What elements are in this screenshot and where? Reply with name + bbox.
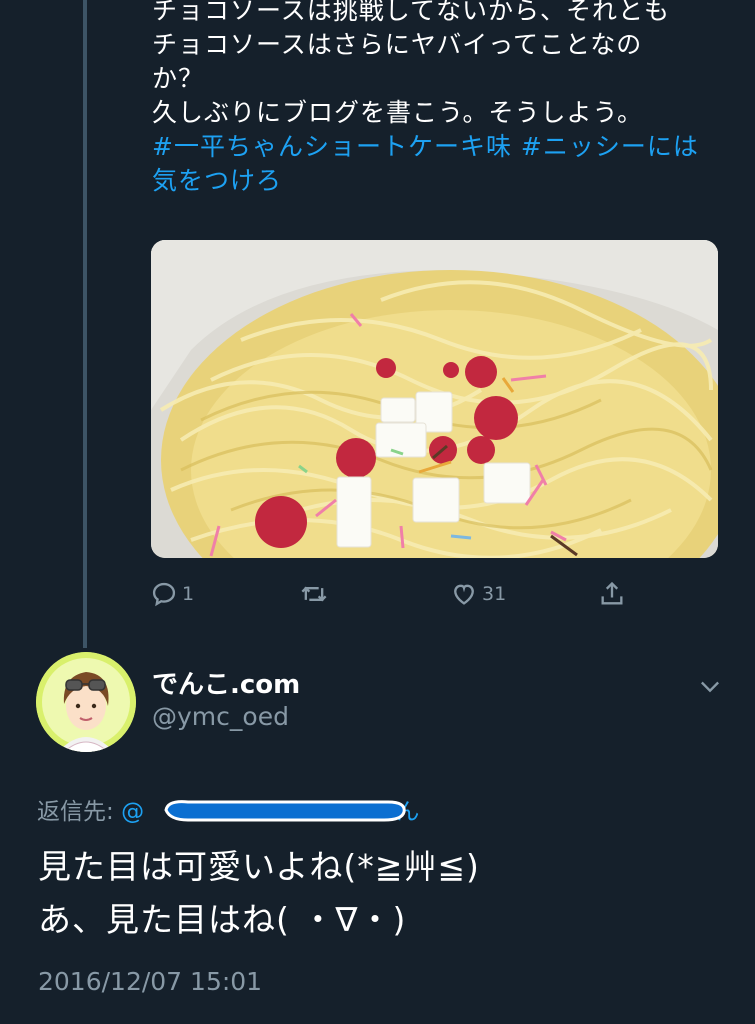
avatar[interactable] bbox=[36, 652, 136, 752]
redaction-scribble bbox=[164, 800, 406, 822]
tweet-text-line: チョコソースは挑戦してないから、それとも bbox=[152, 0, 671, 25]
share-icon bbox=[601, 581, 623, 605]
reply-button[interactable]: 1 bbox=[150, 580, 194, 608]
like-count: 31 bbox=[482, 583, 507, 605]
share-button[interactable] bbox=[598, 580, 626, 608]
hashtag-link[interactable]: 気をつけろ bbox=[152, 164, 727, 198]
tweet-text-line: か？ bbox=[152, 64, 205, 93]
tweet-text-line: 見た目は可愛いよね(*≧艸≦) bbox=[38, 847, 480, 886]
chevron-down-icon bbox=[701, 681, 719, 693]
reply-to-mention-prefix[interactable]: @ bbox=[121, 799, 144, 825]
user-handle[interactable]: @ymc_oed bbox=[152, 702, 289, 731]
tweet-image[interactable] bbox=[151, 240, 718, 558]
reply-to-label: 返信先: bbox=[37, 799, 114, 825]
heart-icon bbox=[454, 584, 474, 605]
tweet-actions: 1 31 bbox=[150, 580, 650, 612]
tweet-text-line: 久しぶりにブログを書こう。そうしよう。 bbox=[152, 98, 644, 127]
timestamp[interactable]: 2016/12/07 15:01 bbox=[38, 967, 262, 996]
more-options-button[interactable] bbox=[696, 672, 724, 700]
reply-icon bbox=[152, 582, 176, 607]
noodle-photo bbox=[151, 240, 718, 558]
retweet-button[interactable] bbox=[300, 580, 332, 608]
reply-tweet-text: 見た目は可愛いよね(*≧艸≦) あ、見た目はね( ・∇・) bbox=[38, 840, 480, 946]
parent-tweet-text: チョコソースは挑戦してないから、それとも チョコソースはさらにヤバイってことなの… bbox=[152, 0, 727, 198]
hashtag-link[interactable]: #一平ちゃんショートケーキ味 #ニッシーには bbox=[152, 130, 727, 164]
like-button[interactable]: 31 bbox=[450, 580, 506, 608]
user-avatar-illustration bbox=[36, 652, 136, 752]
tweet-text-line: チョコソースはさらにヤバイってことなの bbox=[152, 30, 643, 59]
retweet-icon bbox=[301, 586, 327, 602]
display-name[interactable]: でんこ.com bbox=[152, 664, 300, 701]
thread-line bbox=[83, 0, 87, 648]
tweet-text-line: あ、見た目はね( ・∇・) bbox=[38, 900, 407, 939]
reply-count: 1 bbox=[182, 583, 195, 605]
